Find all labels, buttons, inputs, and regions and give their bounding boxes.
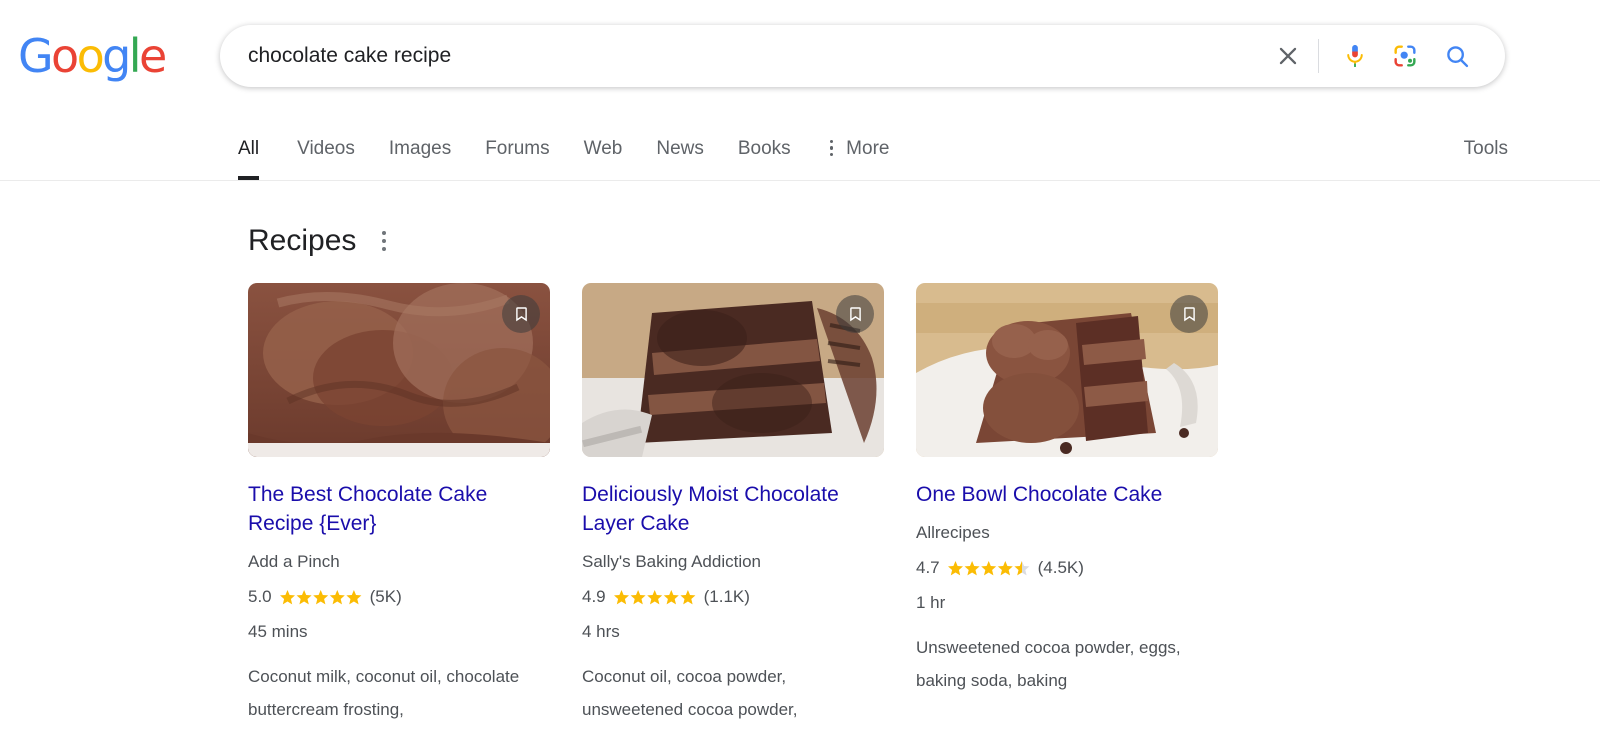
search-tabs: All Videos Images Forums Web News Books … <box>238 112 906 180</box>
search-nav-bar: All Videos Images Forums Web News Books … <box>0 112 1600 181</box>
bookmark-icon[interactable] <box>836 295 874 333</box>
tab-videos-label: Videos <box>297 138 355 159</box>
bookmark-icon[interactable] <box>1170 295 1208 333</box>
star-rating-icons <box>279 589 363 606</box>
recipe-ingredients: Coconut oil, cocoa powder, unsweetened c… <box>582 667 798 719</box>
recipe-card[interactable]: Deliciously Moist Chocolate Layer Cake S… <box>582 283 884 726</box>
tools-button[interactable]: Tools <box>1464 138 1508 160</box>
recipe-time: 45 mins <box>248 622 308 641</box>
recipe-rating: 4.7 (4.5K) <box>916 558 1218 578</box>
dots-vertical-icon <box>829 139 834 157</box>
recipe-title-link[interactable]: Deliciously Moist Chocolate Layer Cake <box>582 480 872 538</box>
rating-value: 5.0 <box>248 587 272 606</box>
tab-images[interactable]: Images <box>372 112 468 180</box>
recipe-thumbnail[interactable] <box>248 283 550 457</box>
tools-label: Tools <box>1463 138 1508 159</box>
search-input[interactable] <box>248 42 1266 70</box>
tab-news[interactable]: News <box>639 112 721 180</box>
logo-letter-o1: o <box>51 29 79 83</box>
recipe-title-link[interactable]: The Best Chocolate Cake Recipe {Ever} <box>248 480 538 538</box>
page-title: Recipes <box>248 224 357 257</box>
google-logo[interactable]: Google <box>18 29 167 83</box>
recipes-section-header: Recipes <box>248 223 1600 259</box>
recipe-source: Sally's Baking Addiction <box>582 552 762 571</box>
search-bar[interactable] <box>220 25 1505 87</box>
more-filters-label: More <box>846 138 890 159</box>
rating-value: 4.9 <box>582 587 606 606</box>
tab-forums[interactable]: Forums <box>468 112 566 180</box>
tab-all-label: All <box>238 138 260 159</box>
search-bar-icons <box>1266 34 1505 78</box>
recipe-time: 1 hr <box>916 593 946 612</box>
star-rating-icons <box>613 589 697 606</box>
recipe-ingredients: Coconut milk, coconut oil, chocolate but… <box>248 667 520 719</box>
page-header: Google <box>0 0 1600 112</box>
recipe-thumbnail[interactable] <box>916 283 1218 457</box>
more-filters-button[interactable]: More <box>808 112 907 160</box>
tab-forums-label: Forums <box>485 138 550 159</box>
google-lens-icon[interactable] <box>1379 34 1431 78</box>
recipe-source: Add a Pinch <box>248 552 340 571</box>
tab-web[interactable]: Web <box>567 112 640 180</box>
search-icon[interactable] <box>1431 34 1483 78</box>
logo-letter-l: l <box>128 29 142 83</box>
microphone-icon[interactable] <box>1331 34 1379 78</box>
rating-count: (1.1K) <box>703 587 750 606</box>
logo-letter-g2: g <box>102 29 131 83</box>
recipe-rating: 4.9 (1.1K) <box>582 587 884 607</box>
recipe-time: 4 hrs <box>582 622 620 641</box>
tab-books-label: Books <box>737 138 791 159</box>
recipe-thumbnail[interactable] <box>582 283 884 457</box>
search-icons-divider <box>1318 39 1319 73</box>
logo-letter-g1: G <box>18 29 54 83</box>
rating-value: 4.7 <box>916 558 940 577</box>
tab-all[interactable]: All <box>238 112 280 180</box>
recipe-source: Allrecipes <box>916 523 990 542</box>
logo-letter-e: e <box>138 29 167 83</box>
recipe-rating: 5.0 (5K) <box>248 587 550 607</box>
tab-videos[interactable]: Videos <box>280 112 372 180</box>
recipe-ingredients: Unsweetened cocoa powder, eggs, baking s… <box>916 638 1181 690</box>
tab-web-label: Web <box>583 138 623 159</box>
logo-letter-o2: o <box>76 29 105 83</box>
recipes-section-menu-icon[interactable] <box>378 227 390 255</box>
recipe-card-list: The Best Chocolate Cake Recipe {Ever} Ad… <box>248 283 1600 726</box>
star-rating-icons <box>947 560 1031 577</box>
rating-count: (4.5K) <box>1037 558 1084 577</box>
tab-books[interactable]: Books <box>721 112 808 180</box>
search-input-wrapper <box>220 42 1266 70</box>
recipe-title-link[interactable]: One Bowl Chocolate Cake <box>916 480 1206 509</box>
close-icon[interactable] <box>1266 34 1310 78</box>
rating-count: (5K) <box>369 587 402 606</box>
tab-news-label: News <box>656 138 704 159</box>
tab-images-label: Images <box>388 138 452 159</box>
recipe-card[interactable]: The Best Chocolate Cake Recipe {Ever} Ad… <box>248 283 550 726</box>
recipe-card[interactable]: One Bowl Chocolate Cake Allrecipes 4.7 (… <box>916 283 1218 726</box>
search-results: Recipes The Best Chocolate Cake Recipe {… <box>0 181 1600 726</box>
bookmark-icon[interactable] <box>502 295 540 333</box>
